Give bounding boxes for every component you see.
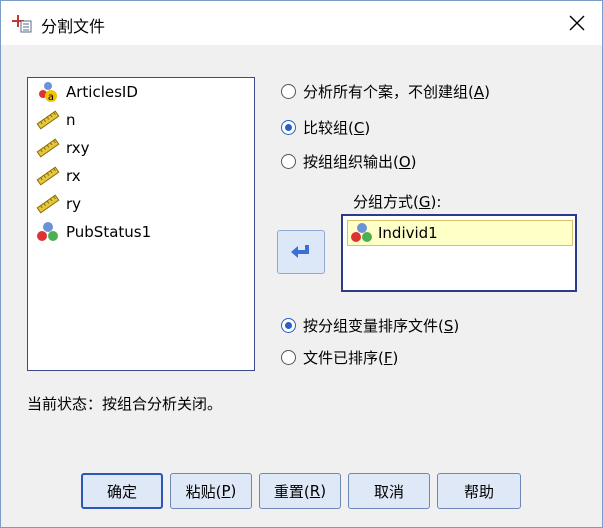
- variable-list[interactable]: a ArticlesID n rxy rx ry PubStatus1: [27, 77, 255, 371]
- group-variable-item[interactable]: Individ1: [347, 220, 573, 246]
- radio-sort-by-grouping[interactable]: 按分组变量排序文件(S): [281, 315, 459, 336]
- groups-based-on-list[interactable]: Individ1: [341, 214, 577, 292]
- radio-circle[interactable]: [281, 318, 296, 333]
- nominal-icon: [351, 223, 372, 242]
- close-button[interactable]: [562, 9, 592, 37]
- radio-organize-by-groups[interactable]: 按组组织输出(O): [281, 151, 417, 172]
- nominal-string-icon: a: [39, 82, 57, 103]
- scale-ruler-icon: [36, 194, 60, 214]
- scale-ruler-icon: [36, 138, 60, 158]
- variable-item[interactable]: rx: [36, 164, 81, 188]
- svg-text:a: a: [48, 92, 54, 103]
- close-icon: [569, 15, 585, 31]
- radio-file-already-sorted[interactable]: 文件已排序(F): [281, 347, 398, 368]
- variable-item[interactable]: ry: [36, 192, 81, 216]
- radio-circle[interactable]: [281, 350, 296, 365]
- cancel-button[interactable]: 取消: [348, 473, 430, 509]
- variable-label: PubStatus1: [66, 223, 152, 241]
- nominal-icon: [37, 222, 58, 241]
- variable-item[interactable]: n: [36, 108, 76, 132]
- radio-circle[interactable]: [281, 154, 296, 169]
- variable-item[interactable]: a ArticlesID: [36, 80, 138, 104]
- move-variable-button[interactable]: [277, 230, 325, 274]
- radio-compare-groups[interactable]: 比较组(C): [281, 117, 370, 138]
- paste-button[interactable]: 粘贴(P): [170, 473, 252, 509]
- arrow-left-icon: [291, 245, 309, 258]
- variable-label: rxy: [66, 139, 90, 157]
- window-title: 分割文件: [41, 17, 106, 36]
- split-file-app-icon: [12, 15, 32, 33]
- variable-label: ArticlesID: [66, 83, 138, 101]
- variable-label: rx: [66, 167, 81, 185]
- group-variable-label: Individ1: [378, 224, 438, 242]
- scale-ruler-icon: [36, 110, 60, 130]
- variable-item[interactable]: PubStatus1: [36, 220, 151, 244]
- scale-ruler-icon: [36, 166, 60, 186]
- reset-button[interactable]: 重置(R): [259, 473, 341, 509]
- variable-label: ry: [66, 195, 82, 213]
- radio-analyze-all[interactable]: 分析所有个案，不创建组(A): [281, 81, 490, 102]
- help-button[interactable]: 帮助: [437, 473, 521, 509]
- variable-item[interactable]: rxy: [36, 136, 90, 160]
- radio-circle[interactable]: [281, 120, 296, 135]
- groups-based-on-label: 分组方式(G):: [353, 193, 442, 211]
- ok-button[interactable]: 确定: [81, 473, 163, 509]
- split-file-dialog: 分割文件 a ArticlesID n rxy rx ry PubStatus1…: [0, 0, 603, 528]
- radio-circle[interactable]: [281, 84, 296, 99]
- variable-label: n: [66, 111, 76, 129]
- title-bar: 分割文件: [1, 1, 602, 45]
- current-status-text: 当前状态：按组合分析关闭。: [27, 395, 223, 413]
